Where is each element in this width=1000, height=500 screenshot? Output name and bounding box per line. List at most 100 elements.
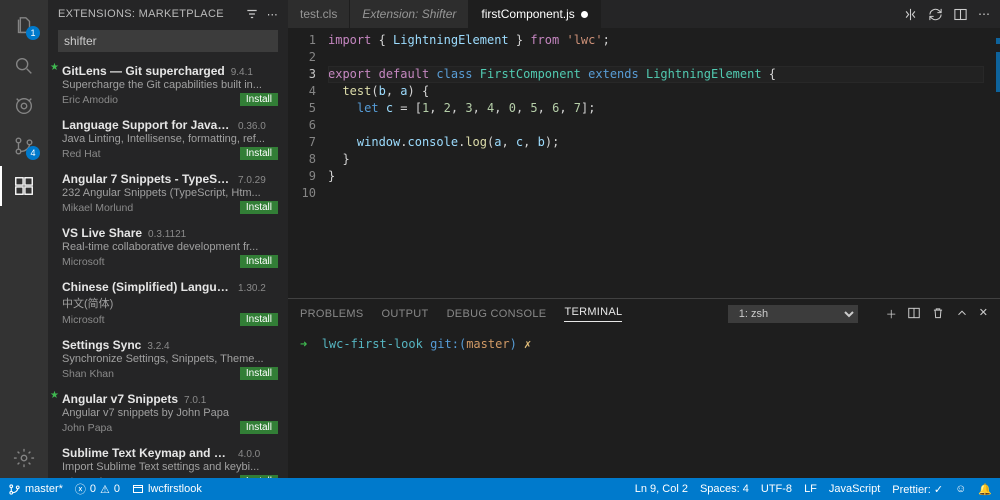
extensions-list: ★GitLens — Git supercharged9.4.1Supercha… bbox=[48, 58, 288, 478]
activity-search[interactable] bbox=[0, 46, 48, 86]
install-button[interactable]: Install bbox=[240, 313, 278, 326]
close-panel-icon[interactable]: ✕ bbox=[979, 306, 988, 322]
tab-label: test.cls bbox=[300, 7, 337, 21]
new-terminal-icon[interactable]: ＋ bbox=[886, 306, 897, 322]
activity-explorer[interactable]: 1 bbox=[0, 6, 48, 46]
extension-version: 9.4.1 bbox=[231, 67, 253, 78]
compare-icon[interactable] bbox=[903, 7, 918, 22]
extension-item[interactable]: ★Angular v7 Snippets7.0.1Angular v7 snip… bbox=[48, 386, 288, 440]
bug-icon bbox=[13, 95, 35, 117]
status-prettier[interactable]: Prettier: ✓ bbox=[892, 483, 943, 496]
extension-item[interactable]: VS Live Share0.3.1121Real-time collabora… bbox=[48, 220, 288, 274]
install-button[interactable]: Install bbox=[240, 421, 278, 434]
extension-publisher: Red Hat bbox=[62, 148, 240, 160]
terminal-content[interactable]: ➜ lwc-first-look git:(master) ✗ bbox=[288, 329, 1000, 478]
warning-icon: ⚠ bbox=[100, 483, 110, 496]
line-gutter: 12345678910 bbox=[288, 28, 328, 298]
install-button[interactable]: Install bbox=[240, 255, 278, 268]
extension-version: 0.3.1121 bbox=[148, 229, 186, 240]
code-editor[interactable]: 12345678910 import { LightningElement } … bbox=[288, 28, 1000, 298]
split-terminal-icon[interactable] bbox=[907, 306, 921, 322]
extension-version: 0.36.0 bbox=[238, 121, 266, 132]
editor-tab[interactable]: firstComponent.js bbox=[469, 0, 600, 28]
prompt-path: lwc-first-look bbox=[322, 337, 423, 351]
tab-label: Extension: Shifter bbox=[362, 7, 456, 21]
bottom-panel: PROBLEMS OUTPUT DEBUG CONSOLE TERMINAL 1… bbox=[288, 298, 1000, 478]
panel-tab-output[interactable]: OUTPUT bbox=[382, 308, 429, 320]
more-icon[interactable]: ⋯ bbox=[267, 8, 278, 21]
extension-description: 中文(简体) bbox=[62, 295, 278, 311]
search-icon bbox=[13, 55, 35, 77]
terminal-select[interactable]: 1: zsh bbox=[728, 305, 858, 323]
tab-label: firstComponent.js bbox=[481, 7, 574, 21]
status-encoding[interactable]: UTF-8 bbox=[761, 483, 792, 495]
gear-icon bbox=[13, 447, 35, 469]
extensions-search-input[interactable] bbox=[58, 30, 278, 52]
branch-icon bbox=[8, 483, 21, 496]
install-button[interactable]: Install bbox=[240, 93, 278, 106]
editor-tab[interactable]: test.cls bbox=[288, 0, 350, 28]
extension-publisher: Eric Amodio bbox=[62, 94, 240, 106]
extension-name: Chinese (Simplified) Languag... bbox=[62, 280, 232, 294]
extension-item[interactable]: Language Support for Java(T...0.36.0Java… bbox=[48, 112, 288, 166]
extension-publisher: Mikael Morlund bbox=[62, 202, 240, 214]
window-icon bbox=[132, 483, 144, 495]
status-problems[interactable]: ⓧ0 ⚠0 bbox=[75, 481, 120, 497]
extension-item[interactable]: Sublime Text Keymap and Setti... 4.0.0Imp… bbox=[48, 440, 288, 478]
prompt-branch: master bbox=[466, 337, 509, 351]
recommended-star-icon: ★ bbox=[50, 62, 59, 73]
explorer-badge: 1 bbox=[26, 26, 40, 40]
filter-icon[interactable] bbox=[245, 7, 259, 21]
status-bell-icon[interactable]: 🔔 bbox=[978, 483, 992, 496]
install-button[interactable]: Install bbox=[240, 147, 278, 160]
maximize-panel-icon[interactable] bbox=[955, 306, 969, 322]
install-button[interactable]: Install bbox=[240, 367, 278, 380]
activity-settings[interactable] bbox=[0, 438, 48, 478]
status-branch[interactable]: master* bbox=[8, 483, 63, 496]
extension-description: 232 Angular Snippets (TypeScript, Htm... bbox=[62, 187, 278, 199]
extension-name: Angular 7 Snippets - TypeScri... bbox=[62, 172, 232, 186]
extension-description: Angular v7 snippets by John Papa bbox=[62, 407, 278, 419]
extension-description: Synchronize Settings, Snippets, Theme... bbox=[62, 353, 278, 365]
extension-item[interactable]: ★GitLens — Git supercharged9.4.1Supercha… bbox=[48, 58, 288, 112]
extension-publisher: John Papa bbox=[62, 422, 240, 434]
editor-area: test.cls Extension: Shifter firstComponent… bbox=[288, 0, 1000, 478]
extension-item[interactable]: Settings Sync3.2.4Synchronize Settings, … bbox=[48, 332, 288, 386]
status-project[interactable]: lwcfirstlook bbox=[132, 483, 202, 495]
minimap[interactable] bbox=[986, 28, 1000, 298]
extensions-icon bbox=[13, 175, 35, 197]
kill-terminal-icon[interactable] bbox=[931, 306, 945, 322]
prompt-arrow: ➜ bbox=[300, 337, 307, 351]
extensions-sidebar: EXTENSIONS: MARKETPLACE ⋯ ★GitLens — Git… bbox=[48, 0, 288, 478]
status-feedback-icon[interactable]: ☺ bbox=[955, 483, 966, 495]
panel-tab-problems[interactable]: PROBLEMS bbox=[300, 308, 364, 320]
panel-tab-terminal[interactable]: TERMINAL bbox=[564, 306, 622, 322]
scm-badge: 4 bbox=[26, 146, 40, 160]
split-editor-icon[interactable] bbox=[953, 7, 968, 22]
extension-version: 1.30.2 bbox=[238, 283, 266, 294]
more-actions-icon[interactable]: ⋯ bbox=[978, 7, 990, 21]
editor-tab[interactable]: Extension: Shifter bbox=[350, 0, 469, 28]
status-eol[interactable]: LF bbox=[804, 483, 817, 495]
extension-name: Language Support for Java(T... bbox=[62, 118, 232, 132]
extension-version: 7.0.1 bbox=[184, 395, 206, 406]
extension-item[interactable]: Angular 7 Snippets - TypeScri...7.0.2923… bbox=[48, 166, 288, 220]
install-button[interactable]: Install bbox=[240, 201, 278, 214]
status-line-col[interactable]: Ln 9, Col 2 bbox=[635, 483, 688, 495]
status-spaces[interactable]: Spaces: 4 bbox=[700, 483, 749, 495]
extension-item[interactable]: Chinese (Simplified) Languag... 1.30.2中文(… bbox=[48, 274, 288, 332]
install-button[interactable]: Install bbox=[240, 475, 278, 478]
extension-name: Sublime Text Keymap and Setti... bbox=[62, 446, 232, 460]
code-lines: import { LightningElement } from 'lwc'; … bbox=[328, 28, 986, 298]
extension-version: 4.0.0 bbox=[238, 449, 260, 460]
activity-debug[interactable] bbox=[0, 86, 48, 126]
panel-tab-debug[interactable]: DEBUG CONSOLE bbox=[447, 308, 547, 320]
extension-publisher: Shan Khan bbox=[62, 368, 240, 380]
extension-name: Settings Sync bbox=[62, 338, 141, 352]
activity-extensions[interactable] bbox=[0, 166, 48, 206]
status-language[interactable]: JavaScript bbox=[829, 483, 880, 495]
refresh-icon[interactable] bbox=[928, 7, 943, 22]
extension-publisher: Microsoft bbox=[62, 314, 240, 326]
activity-scm[interactable]: 4 bbox=[0, 126, 48, 166]
extension-description: Import Sublime Text settings and keybi..… bbox=[62, 461, 278, 473]
